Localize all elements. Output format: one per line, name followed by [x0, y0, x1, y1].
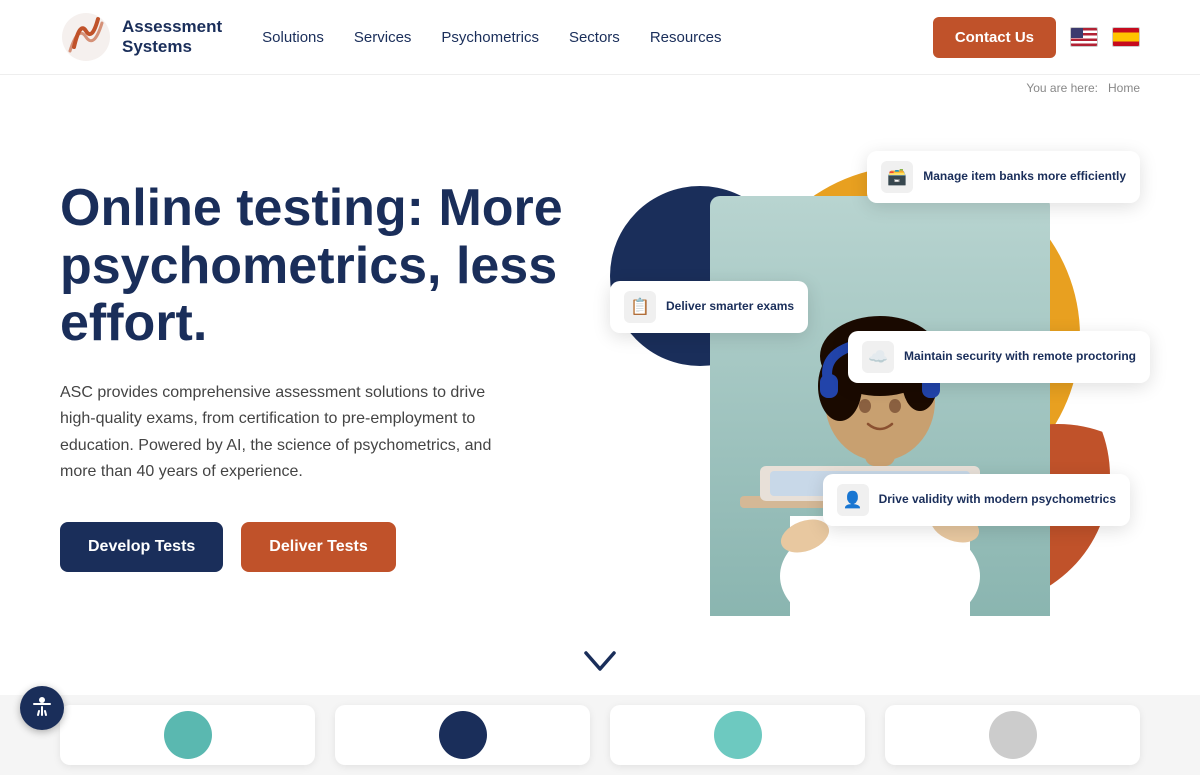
nav-services[interactable]: Services	[354, 29, 412, 46]
develop-tests-button[interactable]: Develop Tests	[60, 522, 223, 572]
deliver-card-text: Deliver smarter exams	[666, 299, 794, 315]
lang-en-flag[interactable]	[1070, 27, 1098, 47]
hero-person-image	[710, 196, 1050, 616]
header-right: Contact Us	[933, 17, 1140, 58]
bottom-circle-2	[439, 711, 487, 759]
hero-section: Online testing: More psychometrics, less…	[0, 101, 1200, 641]
bottom-circle-4	[989, 711, 1037, 759]
breadcrumb-prefix: You are here:	[1026, 81, 1098, 95]
accessibility-widget[interactable]	[20, 686, 64, 730]
logo-icon	[60, 11, 112, 63]
person-illustration	[720, 206, 1040, 616]
deliver-tests-button[interactable]: Deliver Tests	[241, 522, 395, 572]
nav-solutions[interactable]: Solutions	[262, 29, 324, 46]
breadcrumb: You are here: Home	[0, 75, 1200, 101]
breadcrumb-home[interactable]: Home	[1108, 81, 1140, 95]
feature-card-deliver: 📋 Deliver smarter exams	[610, 281, 808, 333]
header: AssessmentSystems Solutions Services Psy…	[0, 0, 1200, 75]
bottom-card-2	[335, 705, 590, 765]
lang-es-flag[interactable]	[1112, 27, 1140, 47]
nav-resources[interactable]: Resources	[650, 29, 722, 46]
bottom-card-3	[610, 705, 865, 765]
feature-card-manage: 🗃️ Manage item banks more efficiently	[867, 151, 1140, 203]
hero-title: Online testing: More psychometrics, less…	[60, 180, 620, 352]
accessibility-icon	[29, 695, 55, 721]
nav-sectors[interactable]: Sectors	[569, 29, 620, 46]
nav-psychometrics[interactable]: Psychometrics	[441, 29, 539, 46]
bottom-card-4	[885, 705, 1140, 765]
logo-text: AssessmentSystems	[122, 17, 222, 58]
bottom-circle-1	[164, 711, 212, 759]
maintain-card-text: Maintain security with remote proctoring	[904, 349, 1136, 365]
feature-card-drive: 👤 Drive validity with modern psychometri…	[823, 474, 1130, 526]
hero-content: Online testing: More psychometrics, less…	[60, 180, 620, 571]
bottom-strip	[0, 695, 1200, 775]
deliver-icon: 📋	[624, 291, 656, 323]
bottom-circle-3	[714, 711, 762, 759]
contact-us-button[interactable]: Contact Us	[933, 17, 1056, 58]
feature-card-maintain: ☁️ Maintain security with remote proctor…	[848, 331, 1150, 383]
manage-icon: 🗃️	[881, 161, 913, 193]
logo[interactable]: AssessmentSystems	[60, 11, 222, 63]
drive-card-text: Drive validity with modern psychometrics	[879, 492, 1116, 508]
drive-icon: 👤	[837, 484, 869, 516]
main-nav: Solutions Services Psychometrics Sectors…	[262, 29, 933, 46]
chevron-down-icon	[584, 651, 616, 673]
maintain-icon: ☁️	[862, 341, 894, 373]
hero-description: ASC provides comprehensive assessment so…	[60, 380, 520, 486]
hero-visual: 🗃️ Manage item banks more efficiently 📋 …	[620, 136, 1140, 616]
scroll-down-indicator[interactable]	[0, 641, 1200, 695]
hero-buttons: Develop Tests Deliver Tests	[60, 522, 620, 572]
manage-card-text: Manage item banks more efficiently	[923, 169, 1126, 185]
bottom-card-1	[60, 705, 315, 765]
